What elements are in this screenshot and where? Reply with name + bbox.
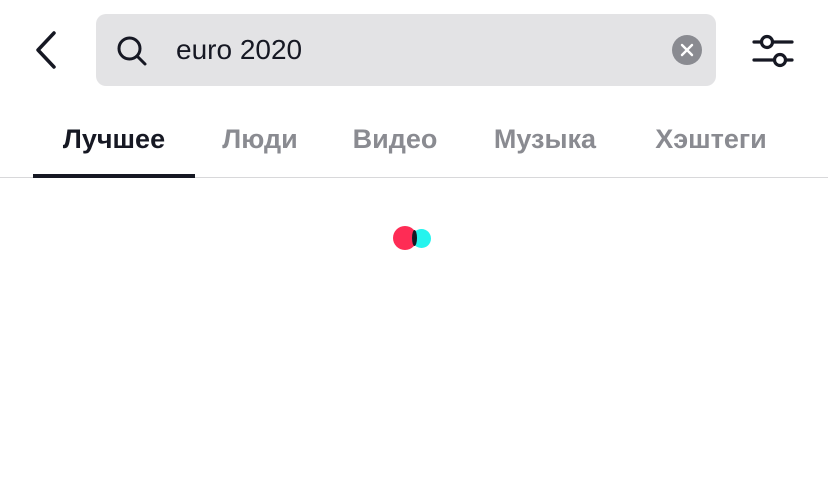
clear-search-button[interactable] <box>672 35 702 65</box>
tab-music[interactable]: Музыка <box>480 100 610 178</box>
chevron-left-icon <box>36 31 56 69</box>
loading-spinner <box>393 226 433 250</box>
search-bar[interactable] <box>96 14 716 86</box>
filter-button[interactable] <box>744 26 802 76</box>
search-input[interactable] <box>176 28 656 72</box>
results-tabs: Лучшее Люди Видео Музыка Хэштеги <box>0 100 828 178</box>
search-results-screen: Лучшее Люди Видео Музыка Хэштеги <box>0 0 828 502</box>
active-tab-indicator <box>33 174 195 178</box>
tab-videos[interactable]: Видео <box>340 100 450 178</box>
sliders-icon <box>752 34 794 68</box>
back-button[interactable] <box>22 22 72 78</box>
tab-top[interactable]: Лучшее <box>33 100 195 178</box>
tab-hashtags[interactable]: Хэштеги <box>640 100 782 178</box>
search-icon <box>117 36 147 66</box>
loader-overlap <box>412 230 417 246</box>
tab-people[interactable]: Люди <box>210 100 310 178</box>
close-icon <box>680 43 694 57</box>
